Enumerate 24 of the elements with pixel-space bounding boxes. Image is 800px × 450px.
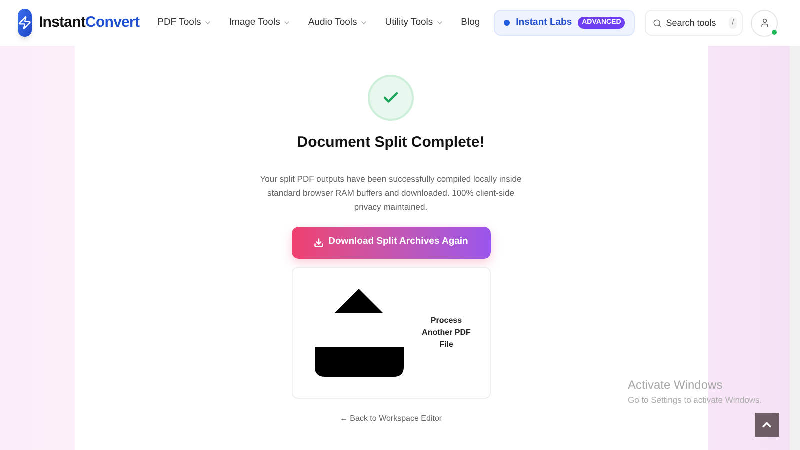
- logo-icon[interactable]: [18, 9, 32, 37]
- scrollbar[interactable]: [790, 46, 800, 450]
- upload-icon: [314, 288, 404, 376]
- nav-menu[interactable]: Utility Tools: [385, 16, 444, 30]
- brand-name[interactable]: InstantConvert: [39, 12, 140, 34]
- process-another-card[interactable]: Process Another PDF File: [292, 266, 490, 398]
- completion-message: Your split PDF outputs have been successfully compiled locally inside standard browser RAM buffers and downloaded. 100% client-side privacy maintained.: [259, 172, 523, 214]
- back-link[interactable]: ← Back to Workspace Editor: [340, 412, 442, 424]
- activation-title: Activate Windows: [628, 377, 724, 394]
- shortcut-key: /: [729, 17, 738, 29]
- completion-title: Document Split Complete!: [297, 133, 485, 153]
- nav-menu[interactable]: PDF Tools: [158, 16, 212, 30]
- nav-menu[interactable]: Audio Tools: [308, 16, 368, 30]
- account-button[interactable]: [751, 10, 778, 36]
- nav-menu[interactable]: Blog: [461, 16, 480, 30]
- labs-label: Instant Labs: [516, 16, 572, 30]
- lightning-icon: [18, 16, 32, 30]
- user-icon: [760, 18, 770, 28]
- search-icon: [653, 19, 662, 28]
- download-button[interactable]: Download Split Archives Again: [292, 226, 490, 258]
- download-icon: [314, 238, 324, 248]
- activation-subtitle: Go to Settings to activate Windows.: [628, 394, 762, 407]
- scroll-to-top-button[interactable]: [755, 413, 779, 437]
- nav-menu[interactable]: Image Tools: [229, 16, 292, 30]
